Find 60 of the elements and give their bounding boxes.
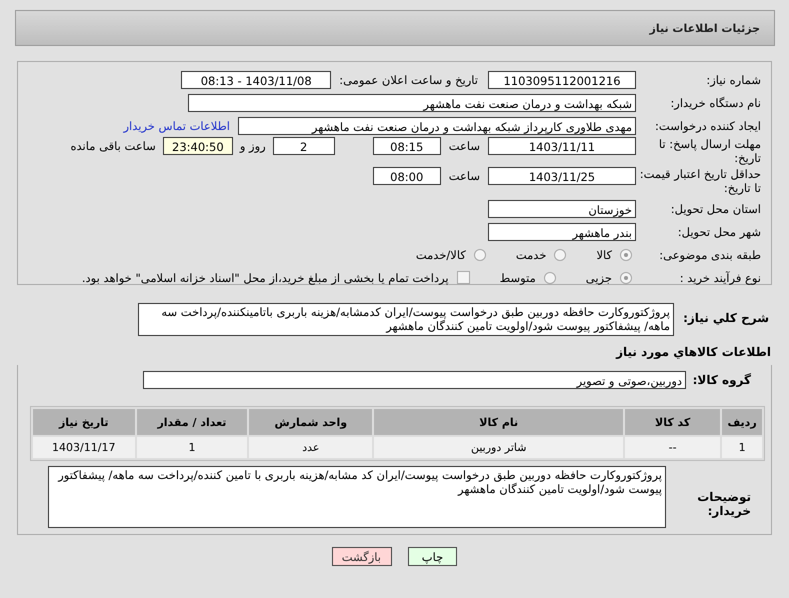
field-label: ایجاد کننده درخواست:: [654, 118, 762, 132]
province-field: خوزستان: [488, 200, 636, 218]
field-label: تاریخ و ساعت اعلان عمومی:: [339, 72, 478, 88]
goods-group-field: دوربین،صوتی و تصویر: [143, 371, 686, 389]
table-cell: شاتر دوربین: [374, 437, 624, 458]
time-field: 08:15: [372, 137, 441, 155]
section-title: اطلاعات كالاهاي مورد نياز: [614, 345, 772, 359]
remaining-label: ساعت باقی مانده: [70, 138, 156, 155]
table-cell: عدد: [249, 437, 372, 458]
table-cell: 1: [136, 437, 248, 458]
requester-field: مهدی طلاوری کارپرداز شبکه بهداشت و درمان صنعت نفت ماهشهر: [238, 116, 636, 134]
buyer-org-field: شبکه بهداشت و درمان صنعت نفت ماهشهر: [188, 94, 636, 112]
buyer-notes-textarea[interactable]: پروژکتوروکارت حافظه دوربین طبق درخواست پیوست/ایران کد مشابه/هزینه باربری با تامین کننده/پرداخت سه ماهه/ پیشفاکتور پیوست شود/اولویت تامین کنندگان ماهشهر: [48, 466, 666, 528]
field-label: گروه کالا:: [692, 373, 752, 387]
radio-label: کالا/خدمت: [416, 248, 466, 262]
field-label: شهر محل تحویل:: [676, 224, 762, 238]
checkbox-label: پرداخت تمام یا بخشی از مبلغ خرید،از محل "اسناد خزانه اسلامی" خواهد بود.: [82, 270, 449, 284]
back-button[interactable]: بازگشت: [332, 547, 392, 566]
time-label: ساعت: [448, 138, 480, 155]
field-label: شرح کلي نياز:: [682, 311, 770, 325]
radio-button[interactable]: [474, 248, 486, 260]
radio-label: خدمت: [516, 248, 546, 262]
page-title: جزئیات اطلاعات نیاز: [650, 22, 760, 34]
column-header: واحد شمارش: [249, 409, 372, 435]
column-header: ردیف: [722, 409, 762, 435]
description-textarea[interactable]: پروژکتوروکارت حافظه دوربین طبق درخواست پیوست/ایران کدمشابه/هزینه باربری باتامینکننده/پرداخت سه ماهه/ پیشفاکتور پیوست شود/اولویت تامین کنندگان ماهشهر: [138, 303, 674, 336]
column-header: نام کالا: [374, 409, 624, 435]
table-cell: --: [625, 437, 720, 458]
announce-date-field: 1403/11/08 - 08:13: [181, 70, 332, 88]
print-button[interactable]: چاپ: [408, 547, 457, 566]
buyer-contact-link[interactable]: اطلاعات تماس خریدار: [123, 118, 230, 132]
time-label: ساعت: [448, 168, 480, 185]
days-field: 2: [272, 137, 335, 155]
time-field: 08:00: [372, 167, 441, 185]
checkbox[interactable]: [456, 271, 470, 284]
radio-label: جزیی: [586, 270, 612, 284]
radio-label: متوسط: [500, 270, 536, 284]
field-label: شماره نیاز:: [705, 72, 762, 86]
radio-button[interactable]: [554, 248, 566, 260]
table-cell: 1403/11/17: [33, 437, 134, 458]
column-header: کد کالا: [625, 409, 720, 435]
radio-button[interactable]: [620, 272, 632, 284]
field-label: نام دستگاه خریدار:: [669, 96, 762, 110]
field-label: حداقل تاریخ اعتبار قیمت: تا تاریخ:: [638, 167, 762, 195]
days-label: روز و: [240, 138, 266, 155]
city-field: بندر ماهشهر: [488, 222, 636, 240]
radio-label: کالا: [596, 248, 612, 262]
date-field: 1403/11/11: [488, 137, 636, 155]
field-label: استان محل تحویل:: [670, 202, 762, 216]
field-label: نوع فرآیند خرید :: [678, 270, 762, 284]
need-number-field: 1103095112001216: [488, 70, 636, 88]
column-header: تاریخ نیاز: [33, 409, 134, 435]
remaining-time-field: 23:40:50: [162, 137, 233, 155]
radio-button[interactable]: [620, 248, 632, 260]
radio-button[interactable]: [544, 272, 556, 284]
field-label: طبقه بندی موضوعی:: [658, 248, 762, 262]
column-header: تعداد / مقدار: [136, 409, 248, 435]
table-cell: 1: [722, 437, 762, 458]
field-label: مهلت ارسال پاسخ: تا تاریخ:: [658, 137, 762, 165]
date-field: 1403/11/25: [488, 167, 636, 185]
